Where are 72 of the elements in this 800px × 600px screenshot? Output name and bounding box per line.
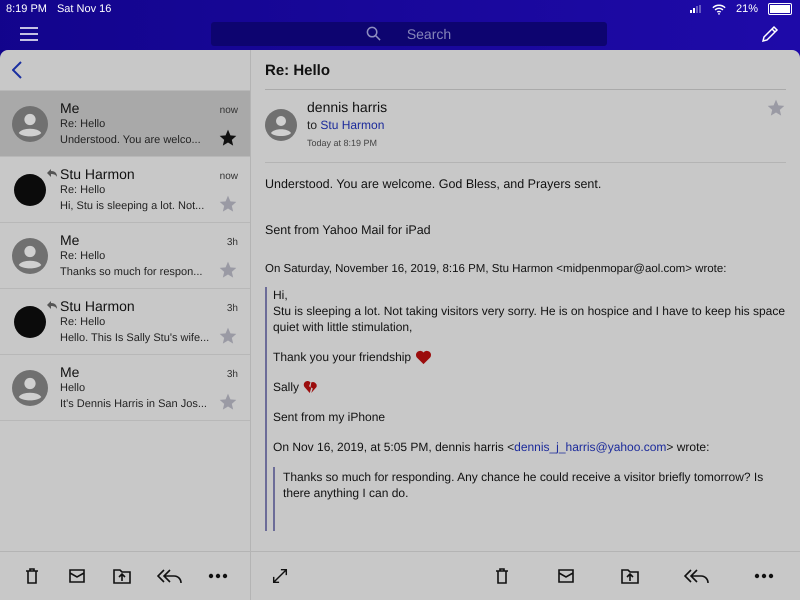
to-label: to (307, 118, 318, 132)
message-row[interactable]: Stu Harmon now Re: Hello Hi, Stu is sleeping a lot. Not... (0, 156, 250, 222)
avatar-icon (12, 106, 48, 142)
quote-attribution: On Nov 16, 2019, at 5:05 PM, dennis harris <dennis_j_harris@yahoo.com> wrote: (273, 439, 710, 455)
email-link[interactable]: dennis_j_harris@yahoo.com (514, 440, 666, 454)
move-to-folder-icon[interactable] (112, 566, 132, 586)
message-time: 3h (226, 368, 238, 380)
star-icon[interactable] (218, 392, 238, 412)
avatar-icon (12, 370, 48, 406)
quote-header: On Saturday, November 16, 2019, 8:16 PM, Stu Harmon <midpenmopar@aol.com> wrote: (265, 263, 728, 275)
quoted-text: Sally (273, 379, 300, 395)
star-icon[interactable] (218, 128, 238, 148)
back-icon[interactable] (12, 61, 22, 79)
message-subject: Re: Hello (60, 248, 106, 264)
move-to-folder-icon[interactable] (620, 566, 640, 586)
message-subject: Hello (60, 380, 86, 396)
avatar-icon (12, 238, 48, 274)
avatar-photo-placeholder (14, 174, 46, 206)
message-preview: Hello. This Is Sally Stu's wife... (60, 330, 210, 346)
battery-percent: 21% (736, 3, 758, 15)
message-time: 3h (226, 302, 238, 314)
battery-icon (768, 3, 792, 15)
message-subject: Re: Hello (60, 314, 106, 330)
email-subject: Re: Hello (265, 61, 332, 81)
quoted-text: Sent from my iPhone (273, 409, 386, 425)
archive-icon[interactable] (556, 566, 576, 586)
wifi-icon (712, 4, 726, 14)
avatar-icon (265, 109, 297, 141)
email-body-text: Understood. You are welcome. God Bless, and Prayers sent. (265, 177, 602, 191)
message-preview: Hi, Stu is sleeping a lot. Not... (60, 198, 204, 214)
message-time: 3h (226, 236, 238, 248)
quoted-text: Hi, Stu is sleeping a lot. Not taking visitors very sorry. He is on hospice and I have to keep his space quiet with little stimulation, (273, 287, 786, 335)
status-date: Sat Nov 16 (56, 3, 112, 15)
sender-name: Me (60, 364, 80, 380)
message-row[interactable]: Me now Re: Hello Understood. You are welco... (0, 90, 250, 156)
sender-name: Stu Harmon (60, 298, 136, 314)
signal-icon (690, 5, 702, 13)
message-row[interactable]: Stu Harmon 3h Re: Hello Hello. This Is Sally Stu's wife... (0, 288, 250, 354)
message-row[interactable]: Me 3h Re: Hello Thanks so much for respon... (0, 222, 250, 288)
quoted-text: Thank you your friendship (273, 349, 412, 365)
message-preview: Understood. You are welco... (60, 132, 201, 148)
sender-name: Me (60, 232, 80, 248)
star-icon[interactable] (218, 260, 238, 280)
avatar-photo-placeholder (14, 306, 46, 338)
sender-name: Me (60, 100, 80, 116)
star-icon[interactable] (218, 194, 238, 214)
signature-link[interactable]: Sent from Yahoo Mail for iPad (265, 223, 786, 237)
sender-name: dennis harris (307, 98, 388, 116)
broken-heart-icon (303, 380, 318, 394)
heart-icon (415, 350, 432, 364)
menu-icon[interactable] (20, 27, 38, 41)
archive-icon[interactable] (67, 566, 88, 586)
star-icon[interactable] (766, 98, 786, 118)
message-preview: Thanks so much for respon... (60, 264, 202, 280)
message-row[interactable]: Me 3h Hello It's Dennis Harris in San Jos... (0, 354, 250, 420)
recipient-link[interactable]: Stu Harmon (320, 118, 384, 132)
more-icon[interactable] (208, 573, 228, 579)
star-icon[interactable] (218, 326, 238, 346)
message-subject: Re: Hello (60, 116, 106, 132)
email-date: Today at 8:19 PM (307, 137, 378, 150)
expand-icon[interactable] (271, 567, 289, 585)
quoted-text: Thanks so much for responding. Any chance he could receive a visitor briefly tomorrow? Is there anything I can do. (283, 470, 764, 500)
sender-name: Stu Harmon (60, 166, 136, 182)
message-subject: Re: Hello (60, 182, 106, 198)
search-field[interactable]: Search (211, 22, 607, 46)
status-time: 8:19 PM (6, 3, 47, 15)
compose-icon[interactable] (760, 24, 780, 44)
search-icon (366, 26, 381, 41)
more-icon[interactable] (754, 573, 774, 579)
message-time: now (220, 170, 238, 182)
message-preview: It's Dennis Harris in San Jos... (60, 396, 207, 412)
message-time: now (220, 104, 238, 116)
